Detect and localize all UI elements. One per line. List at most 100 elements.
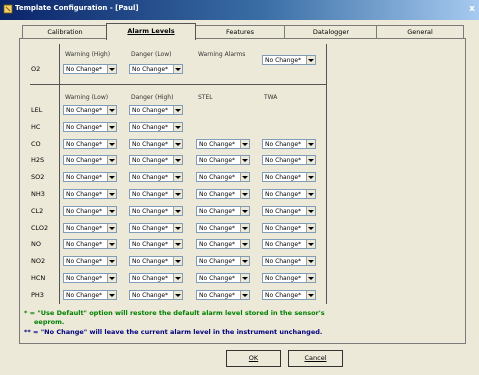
- alarm-level-select[interactable]: No Change*: [262, 290, 316, 300]
- alarm-level-select[interactable]: No Change*: [129, 239, 183, 249]
- chevron-down-icon[interactable]: [240, 257, 249, 265]
- chevron-down-icon[interactable]: [306, 240, 315, 248]
- chevron-down-icon[interactable]: [240, 173, 249, 181]
- alarm-level-select[interactable]: No Change*: [129, 105, 183, 115]
- chevron-down-icon[interactable]: [173, 123, 182, 131]
- alarm-level-select[interactable]: No Change*: [129, 189, 183, 199]
- chevron-down-icon[interactable]: [173, 224, 182, 232]
- chevron-down-icon[interactable]: [107, 190, 116, 198]
- alarm-level-select[interactable]: No Change*: [63, 256, 117, 266]
- chevron-down-icon[interactable]: [173, 257, 182, 265]
- chevron-down-icon[interactable]: [173, 291, 182, 299]
- chevron-down-icon[interactable]: [240, 274, 249, 282]
- chevron-down-icon[interactable]: [306, 207, 315, 215]
- chevron-down-icon[interactable]: [107, 224, 116, 232]
- alarm-level-select[interactable]: No Change*: [129, 155, 183, 165]
- alarm-level-select[interactable]: No Change*: [262, 139, 316, 149]
- chevron-down-icon[interactable]: [173, 156, 182, 164]
- chevron-down-icon[interactable]: [107, 123, 116, 131]
- alarm-level-select[interactable]: No Change*: [196, 189, 250, 199]
- chevron-down-icon[interactable]: [173, 190, 182, 198]
- chevron-down-icon[interactable]: [173, 274, 182, 282]
- chevron-down-icon[interactable]: [107, 65, 116, 73]
- alarm-level-select[interactable]: No Change*: [196, 256, 250, 266]
- alarm-level-select[interactable]: No Change*: [262, 155, 316, 165]
- alarm-level-select[interactable]: No Change*: [63, 172, 117, 182]
- alarm-level-select[interactable]: No Change*: [196, 139, 250, 149]
- alarm-level-select[interactable]: No Change*: [262, 206, 316, 216]
- o2-danger-low-select[interactable]: No Change*: [129, 64, 183, 74]
- chevron-down-icon[interactable]: [306, 156, 315, 164]
- chevron-down-icon[interactable]: [240, 156, 249, 164]
- alarm-level-select[interactable]: No Change*: [63, 189, 117, 199]
- chevron-down-icon[interactable]: [306, 190, 315, 198]
- alarm-level-select[interactable]: No Change*: [129, 172, 183, 182]
- chevron-down-icon[interactable]: [306, 140, 315, 148]
- chevron-down-icon[interactable]: [173, 65, 182, 73]
- alarm-level-select[interactable]: No Change*: [63, 139, 117, 149]
- chevron-down-icon[interactable]: [107, 140, 116, 148]
- o2-warning-alarms-select[interactable]: No Change*: [262, 55, 316, 65]
- chevron-down-icon[interactable]: [240, 291, 249, 299]
- chevron-down-icon[interactable]: [306, 173, 315, 181]
- alarm-level-select[interactable]: No Change*: [63, 122, 117, 132]
- chevron-down-icon[interactable]: [240, 224, 249, 232]
- alarm-level-select[interactable]: No Change*: [63, 290, 117, 300]
- alarm-level-select[interactable]: No Change*: [196, 290, 250, 300]
- chevron-down-icon[interactable]: [173, 207, 182, 215]
- chevron-down-icon[interactable]: [240, 140, 249, 148]
- tab-alarm-levels[interactable]: Alarm Levels: [106, 23, 196, 40]
- alarm-level-select[interactable]: No Change*: [129, 122, 183, 132]
- tab-general[interactable]: General: [376, 25, 464, 39]
- title-bar[interactable]: Template Configuration - [Paul] x: [0, 0, 479, 20]
- alarm-level-select[interactable]: No Change*: [262, 189, 316, 199]
- chevron-down-icon[interactable]: [173, 240, 182, 248]
- tab-features[interactable]: Features: [194, 25, 286, 39]
- chevron-down-icon[interactable]: [107, 257, 116, 265]
- chevron-down-icon[interactable]: [107, 156, 116, 164]
- chevron-down-icon[interactable]: [306, 224, 315, 232]
- alarm-level-select[interactable]: No Change*: [196, 223, 250, 233]
- alarm-level-select[interactable]: No Change*: [196, 239, 250, 249]
- chevron-down-icon[interactable]: [306, 274, 315, 282]
- chevron-down-icon[interactable]: [107, 274, 116, 282]
- alarm-level-select[interactable]: No Change*: [262, 223, 316, 233]
- alarm-level-select[interactable]: No Change*: [63, 105, 117, 115]
- chevron-down-icon[interactable]: [107, 106, 116, 114]
- chevron-down-icon[interactable]: [107, 173, 116, 181]
- chevron-down-icon[interactable]: [173, 140, 182, 148]
- tab-calibration[interactable]: Calibration: [22, 25, 108, 39]
- chevron-down-icon[interactable]: [240, 190, 249, 198]
- close-icon[interactable]: x: [466, 3, 478, 16]
- chevron-down-icon[interactable]: [173, 173, 182, 181]
- chevron-down-icon[interactable]: [306, 56, 315, 64]
- alarm-level-select[interactable]: No Change*: [63, 206, 117, 216]
- alarm-level-select[interactable]: No Change*: [129, 139, 183, 149]
- chevron-down-icon[interactable]: [173, 106, 182, 114]
- alarm-level-select[interactable]: No Change*: [63, 239, 117, 249]
- alarm-level-select[interactable]: No Change*: [129, 206, 183, 216]
- alarm-level-select[interactable]: No Change*: [129, 223, 183, 233]
- alarm-level-select[interactable]: No Change*: [63, 155, 117, 165]
- chevron-down-icon[interactable]: [240, 240, 249, 248]
- alarm-level-select[interactable]: No Change*: [262, 172, 316, 182]
- alarm-level-select[interactable]: No Change*: [63, 223, 117, 233]
- chevron-down-icon[interactable]: [107, 207, 116, 215]
- alarm-level-select[interactable]: No Change*: [196, 206, 250, 216]
- chevron-down-icon[interactable]: [107, 240, 116, 248]
- alarm-level-select[interactable]: No Change*: [196, 155, 250, 165]
- alarm-level-select[interactable]: No Change*: [262, 273, 316, 283]
- chevron-down-icon[interactable]: [240, 207, 249, 215]
- ok-button[interactable]: OK: [226, 350, 281, 367]
- alarm-level-select[interactable]: No Change*: [129, 256, 183, 266]
- cancel-button[interactable]: Cancel: [288, 350, 343, 367]
- tab-datalogger[interactable]: Datalogger: [284, 25, 378, 39]
- alarm-level-select[interactable]: No Change*: [129, 290, 183, 300]
- chevron-down-icon[interactable]: [107, 291, 116, 299]
- o2-warning-high-select[interactable]: No Change*: [63, 64, 117, 74]
- alarm-level-select[interactable]: No Change*: [196, 273, 250, 283]
- chevron-down-icon[interactable]: [306, 257, 315, 265]
- alarm-level-select[interactable]: No Change*: [129, 273, 183, 283]
- alarm-level-select[interactable]: No Change*: [262, 239, 316, 249]
- alarm-level-select[interactable]: No Change*: [63, 273, 117, 283]
